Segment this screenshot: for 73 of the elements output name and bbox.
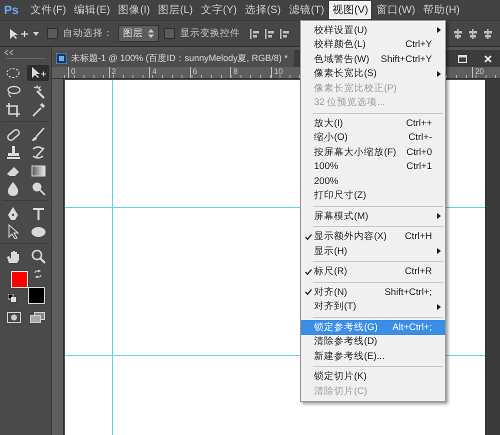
menu-item[interactable]: 标尺(R) Ctrl+R xyxy=(301,264,445,279)
align-icon[interactable] xyxy=(264,28,276,40)
ruler-number: 20 xyxy=(472,67,486,78)
foreground-color-swatch[interactable] xyxy=(10,271,28,288)
menu-item[interactable]: 200% xyxy=(301,174,445,188)
collapse-icon[interactable] xyxy=(4,50,14,55)
move-icon xyxy=(30,66,46,80)
menu-item[interactable]: 编辑(E) xyxy=(71,1,114,19)
tool-button[interactable] xyxy=(27,65,49,81)
close-icon[interactable] xyxy=(484,54,492,62)
menu-item[interactable]: 文件(F) xyxy=(28,1,70,19)
crop-icon xyxy=(4,102,22,116)
brush-icon xyxy=(30,126,46,142)
hand-icon xyxy=(4,248,22,264)
background-color-swatch[interactable] xyxy=(28,287,44,304)
menu-item[interactable]: 校样颜色(L) Ctrl+Y xyxy=(301,38,445,52)
default-colors-icon[interactable] xyxy=(8,294,16,302)
lasso-icon xyxy=(4,84,22,98)
screen-mode-icon[interactable] xyxy=(30,312,44,323)
eyedropper-icon xyxy=(30,102,46,116)
checkbox-label: 显示变换控件 xyxy=(180,27,240,40)
gradient-icon xyxy=(30,162,46,178)
ruler-number: 6 xyxy=(190,67,230,78)
menu-item[interactable]: 100% Ctrl+1 xyxy=(301,160,445,174)
distribute-icon[interactable] xyxy=(467,28,479,40)
ruler-number: 0 xyxy=(68,67,109,78)
caret-icon xyxy=(33,32,39,36)
menu-item[interactable]: 帮助(H) xyxy=(420,1,463,19)
menu-item[interactable]: 放大(I) Ctrl++ xyxy=(301,116,445,130)
align-icon[interactable] xyxy=(279,28,291,40)
ruler-number: 2 xyxy=(108,67,150,78)
menu-item[interactable]: 显示(H) xyxy=(301,244,445,258)
dodge-icon xyxy=(30,180,46,196)
menu-item[interactable]: 滤镜(T) xyxy=(286,1,328,19)
menu-item[interactable]: 清除参考线(D) xyxy=(301,334,445,349)
quick-mask-icon[interactable] xyxy=(6,312,20,323)
ruler-number: 8 xyxy=(230,67,271,78)
stamp-icon xyxy=(4,144,22,160)
marquee-icon xyxy=(4,66,22,80)
checkbox[interactable] xyxy=(47,28,58,39)
swap-icon[interactable] xyxy=(34,270,42,278)
document-icon xyxy=(56,53,67,64)
menu-item[interactable]: 显示额外内容(X) Ctrl+H xyxy=(301,230,445,244)
checkbox[interactable] xyxy=(164,28,175,39)
align-icon[interactable] xyxy=(249,28,261,40)
checkbox-label: 自动选择： xyxy=(63,27,113,40)
menu-item[interactable]: 选择(S) xyxy=(242,1,284,19)
menu-item[interactable]: 新建参考线(E)... xyxy=(301,349,445,364)
distribute-icon[interactable] xyxy=(482,28,494,40)
menu-item[interactable]: 图层(L) xyxy=(155,1,196,19)
menu-item[interactable]: 色域警告(W) Shift+Ctrl+Y xyxy=(301,52,445,66)
menu-item[interactable]: 校样设置(U) xyxy=(301,23,445,38)
menu-item[interactable]: 锁定切片(K) xyxy=(301,370,445,384)
menu-item[interactable]: 对齐到(T) xyxy=(301,300,445,314)
maximize-icon[interactable] xyxy=(458,54,467,62)
move-icon xyxy=(8,28,30,40)
menu-item[interactable]: 打印尺寸(Z) xyxy=(301,188,445,203)
menu-item[interactable]: 视图(V) xyxy=(329,1,372,19)
stepper-icon xyxy=(148,29,154,38)
menu-item[interactable]: 窗口(W) xyxy=(373,1,418,19)
app-logo: Ps xyxy=(4,3,19,17)
document-tab[interactable]: 未标题-1 @ 100% (百度ID：sunnyMelody夏, RGB/8) * xyxy=(52,50,294,67)
ruler-number: 4 xyxy=(149,67,190,78)
menu-item[interactable]: 按屏幕大小缩放(F) Ctrl+0 xyxy=(301,145,445,160)
zoom-icon xyxy=(30,248,46,264)
bandage-icon xyxy=(4,126,22,142)
layer-dropdown[interactable]: 图层 xyxy=(118,25,159,42)
menu-item[interactable]: 对齐(N) Shift+Ctrl+; xyxy=(301,285,445,300)
menu-item[interactable]: 文字(Y) xyxy=(198,1,240,19)
menu-item[interactable]: 屏幕模式(M) xyxy=(301,209,445,224)
distribute-icon[interactable] xyxy=(452,28,464,40)
menu-item[interactable]: 图像(I) xyxy=(115,1,154,19)
menu-item[interactable]: 缩小(O) Ctrl+- xyxy=(301,130,445,145)
